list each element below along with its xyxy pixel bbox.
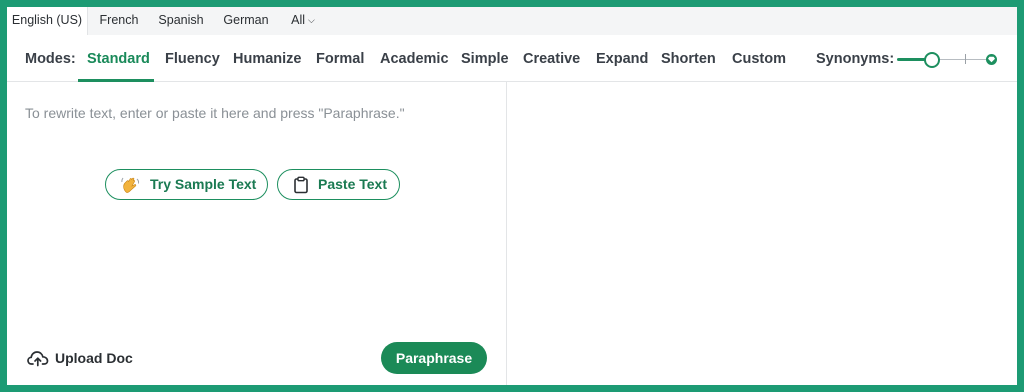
paste-text-button[interactable]: Paste Text [277, 169, 400, 200]
mode-expand[interactable]: Expand [596, 35, 648, 81]
app-frame: English (US) French Spanish German All ⌵ … [0, 0, 1024, 392]
try-sample-text-button[interactable]: Try Sample Text [105, 169, 268, 200]
paraphrase-button[interactable]: Paraphrase [381, 342, 487, 374]
input-pane[interactable]: To rewrite text, enter or paste it here … [7, 82, 507, 385]
tab-all-dropdown[interactable]: All ⌵ [286, 7, 320, 35]
tab-spanish[interactable]: Spanish [153, 7, 209, 35]
paste-text-label: Paste Text [318, 176, 387, 192]
output-pane [507, 82, 1017, 385]
mode-standard[interactable]: Standard [87, 35, 150, 81]
mode-shorten[interactable]: Shorten [661, 35, 716, 81]
modes-bar: Modes: Standard Fluency Humanize Formal … [7, 35, 1017, 82]
synonyms-slider[interactable] [897, 49, 1001, 69]
slider-thumb[interactable] [924, 52, 940, 68]
mode-creative[interactable]: Creative [523, 35, 580, 81]
slider-track [931, 59, 993, 60]
mode-humanize[interactable]: Humanize [233, 35, 302, 81]
diamond-icon [988, 56, 995, 63]
waving-hand-icon [121, 176, 141, 199]
paraphraser-panel: English (US) French Spanish German All ⌵ … [7, 7, 1017, 385]
tab-english-us[interactable]: English (US) [7, 7, 88, 35]
mode-simple[interactable]: Simple [461, 35, 509, 81]
slider-tick [965, 54, 966, 64]
mode-academic[interactable]: Academic [380, 35, 449, 81]
chevron-down-icon: ⌵ [308, 15, 315, 25]
synonyms-label: Synonyms: [816, 51, 895, 67]
clipboard-icon [292, 176, 310, 199]
upload-doc-label: Upload Doc [55, 350, 133, 366]
modes-label: Modes: [25, 51, 76, 67]
try-sample-text-label: Try Sample Text [150, 176, 257, 192]
tab-french[interactable]: French [93, 7, 145, 35]
tab-german[interactable]: German [218, 7, 274, 35]
mode-fluency[interactable]: Fluency [165, 35, 220, 81]
mode-custom[interactable]: Custom [732, 35, 786, 81]
input-placeholder: To rewrite text, enter or paste it here … [25, 105, 405, 121]
language-tabs: English (US) French Spanish German All ⌵ [7, 7, 1017, 35]
tab-all-label: All [291, 13, 306, 27]
cloud-upload-icon [27, 349, 49, 372]
premium-level-marker[interactable] [986, 54, 997, 65]
mode-formal[interactable]: Formal [316, 35, 364, 81]
